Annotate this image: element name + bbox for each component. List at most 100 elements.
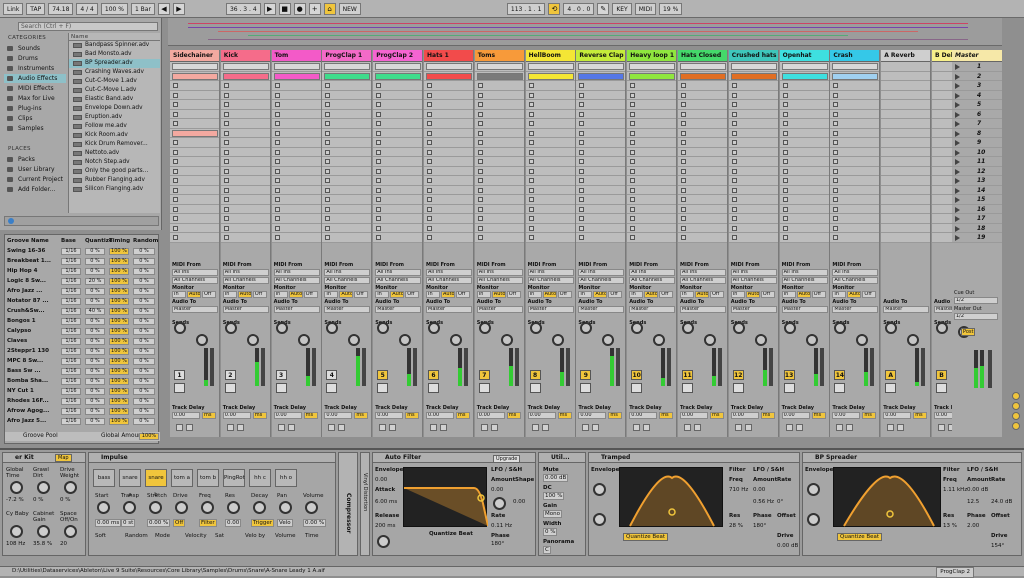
- clip[interactable]: [222, 63, 269, 70]
- clip-stop-icon[interactable]: [528, 149, 534, 155]
- clip-slot[interactable]: [170, 138, 219, 148]
- crossfade-b-button[interactable]: [338, 424, 346, 431]
- clip-slot[interactable]: [779, 62, 829, 72]
- scene-launch[interactable]: 18: [952, 224, 1002, 233]
- clip-slot[interactable]: [322, 109, 372, 119]
- clip-slot[interactable]: [220, 71, 270, 81]
- clip-slot[interactable]: [678, 223, 727, 233]
- monitor-off-button[interactable]: Off: [405, 291, 420, 298]
- clip-stop-icon[interactable]: [630, 140, 636, 145]
- send-a-knob[interactable]: [478, 322, 491, 334]
- clip-slot[interactable]: [576, 119, 626, 129]
- clip[interactable]: [324, 63, 371, 70]
- track-delay-field[interactable]: 0.00: [730, 412, 759, 419]
- clip-stop-icon[interactable]: [731, 235, 737, 240]
- scene-play-icon[interactable]: [955, 216, 960, 222]
- scene-launch[interactable]: 14: [952, 186, 1002, 195]
- clip[interactable]: [578, 63, 625, 70]
- groove-r-field[interactable]: 0 %: [133, 288, 155, 295]
- file-item[interactable]: Eruption.adv: [69, 113, 160, 122]
- crossfade-a-button[interactable]: [684, 424, 691, 431]
- clip-slot[interactable]: [474, 223, 524, 233]
- groove-r-field[interactable]: 0 %: [133, 418, 155, 425]
- clip-stop-icon[interactable]: [477, 197, 483, 202]
- crossfade-a-button[interactable]: [379, 424, 387, 431]
- scene-play-icon[interactable]: [955, 206, 960, 213]
- clip-stop-icon[interactable]: [325, 102, 331, 107]
- crossfade-a-button[interactable]: [277, 424, 285, 431]
- clip-stop-icon[interactable]: [427, 130, 432, 136]
- clip-slot[interactable]: [424, 81, 473, 91]
- clip-slot[interactable]: [881, 195, 931, 205]
- channel-select[interactable]: All Channels: [781, 277, 828, 284]
- delay-unit-button[interactable]: ms: [303, 412, 318, 419]
- clip-stop-icon[interactable]: [376, 83, 382, 88]
- clip-slot[interactable]: [525, 147, 575, 157]
- clip-stop-icon[interactable]: [630, 111, 636, 117]
- macro-knob[interactable]: [64, 481, 77, 494]
- clip-slot[interactable]: [779, 119, 829, 129]
- clip-stop-icon[interactable]: [223, 168, 229, 174]
- input-select[interactable]: All Ins: [629, 269, 676, 276]
- browser-search-input[interactable]: Search (Ctrl + F): [18, 22, 158, 31]
- groove-t-field[interactable]: 100 %: [109, 418, 129, 425]
- crossfade-a-button[interactable]: [633, 424, 641, 431]
- clip[interactable]: [273, 63, 320, 70]
- scene-play-icon[interactable]: [955, 111, 960, 118]
- track-activator-button[interactable]: 2: [224, 370, 236, 380]
- master-out-select[interactable]: 1/2: [954, 313, 998, 320]
- clip-stop-icon[interactable]: [630, 121, 636, 126]
- clip-stop-icon[interactable]: [630, 102, 636, 107]
- output-select[interactable]: Master: [730, 306, 777, 313]
- clip-stop-icon[interactable]: [833, 111, 839, 117]
- scene-launch[interactable]: 4: [952, 91, 1002, 100]
- groove-q-field[interactable]: 0 %: [85, 348, 105, 355]
- impulse-sample-slot[interactable]: tom a: [171, 469, 193, 487]
- monitor-in-button[interactable]: In: [832, 291, 847, 298]
- output-select[interactable]: Master: [629, 306, 676, 313]
- channel-select[interactable]: All Channels: [273, 277, 320, 284]
- clip-stop-icon[interactable]: [579, 197, 585, 202]
- groove-r-field[interactable]: 0 %: [133, 268, 155, 275]
- output-select[interactable]: Master: [426, 306, 472, 313]
- clip-slot[interactable]: [525, 166, 575, 176]
- input-select[interactable]: All Ins: [527, 269, 574, 276]
- clip-stop-icon[interactable]: [833, 83, 839, 88]
- clip-slot[interactable]: [678, 81, 727, 91]
- groove-base-field[interactable]: 1/16: [61, 378, 81, 385]
- clip-stop-icon[interactable]: [731, 121, 737, 126]
- clip-stop-icon[interactable]: [579, 140, 585, 145]
- clip-stop-icon[interactable]: [477, 159, 483, 164]
- clip-slot[interactable]: [678, 100, 727, 110]
- channel-select[interactable]: All Channels: [680, 277, 726, 284]
- channel-select[interactable]: All Channels: [629, 277, 676, 284]
- crossfade-b-button[interactable]: [897, 424, 905, 431]
- clip-slot[interactable]: [779, 195, 829, 205]
- clip-slot[interactable]: [271, 138, 321, 148]
- clip-slot[interactable]: [322, 138, 372, 148]
- clip-slot[interactable]: [830, 223, 880, 233]
- groove-q-field[interactable]: 0 %: [85, 408, 105, 415]
- send-b-knob[interactable]: [500, 334, 513, 346]
- groove-base-field[interactable]: 1/16: [61, 248, 81, 255]
- clip-slot[interactable]: [220, 185, 270, 195]
- send-b-knob[interactable]: [246, 334, 259, 346]
- monitor-auto-button[interactable]: Auto: [796, 291, 811, 298]
- clip-slot[interactable]: [728, 147, 778, 157]
- clip-stop-icon[interactable]: [681, 111, 686, 117]
- track-delay-field[interactable]: 0.00: [781, 412, 810, 419]
- mixer-scroll-controls[interactable]: [1012, 392, 1022, 442]
- crossfade-b-button[interactable]: [846, 424, 854, 431]
- clip-slot[interactable]: [830, 157, 880, 167]
- volume-fader[interactable]: [260, 348, 265, 386]
- master-track-header[interactable]: Master: [952, 50, 1002, 62]
- clip-slot[interactable]: [678, 157, 727, 167]
- clip-stop-icon[interactable]: [528, 111, 534, 117]
- clip[interactable]: [832, 72, 879, 80]
- groove-r-field[interactable]: 0 %: [133, 408, 155, 415]
- clip-slot[interactable]: [474, 176, 524, 186]
- scene-launch[interactable]: 6: [952, 110, 1002, 119]
- clip-stop-icon[interactable]: [681, 178, 686, 183]
- clip-stop-icon[interactable]: [376, 197, 382, 202]
- clip-stop-icon[interactable]: [833, 197, 839, 202]
